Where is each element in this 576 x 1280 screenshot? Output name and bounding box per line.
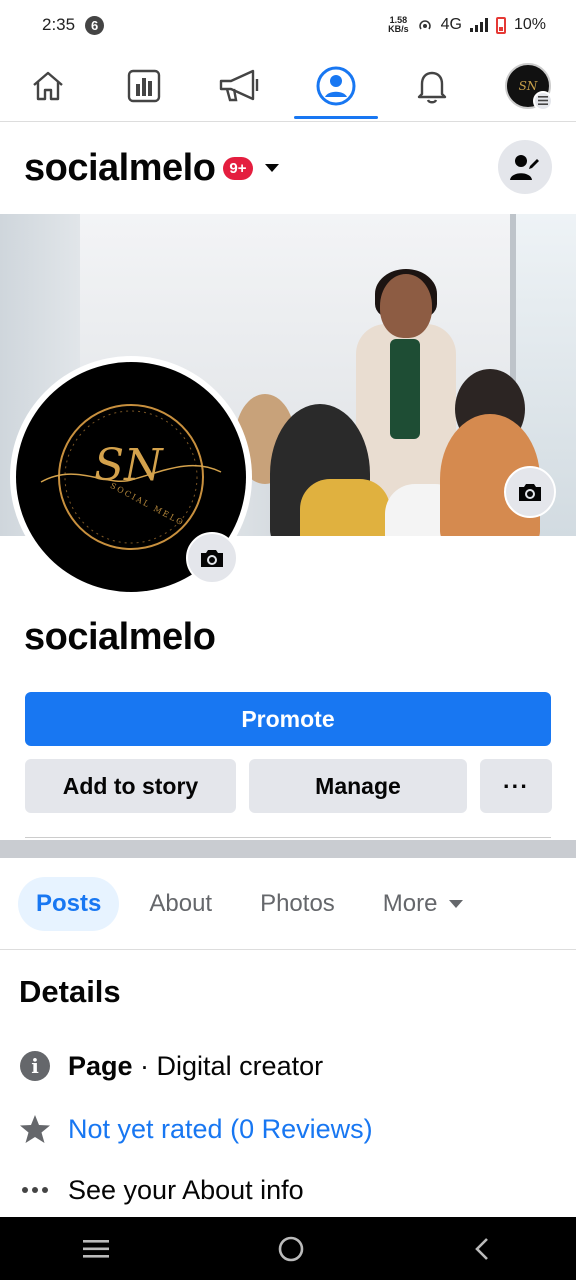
nav-profile[interactable] <box>288 50 384 121</box>
recent-apps-icon[interactable] <box>83 1238 111 1260</box>
info-icon: i <box>19 1050 51 1082</box>
chevron-down-icon[interactable] <box>264 164 279 172</box>
page-switcher-name[interactable]: socialmelo <box>24 147 216 190</box>
page-category: · Digital creator <box>132 1050 324 1081</box>
chevron-down-icon <box>449 899 464 908</box>
back-icon[interactable] <box>471 1236 493 1262</box>
net-speed-unit: KB/s <box>388 24 409 34</box>
signal-icon <box>469 18 488 32</box>
status-right: 1.58 KB/s 4G 10% <box>388 16 546 34</box>
camera-icon <box>201 550 223 567</box>
tab-about[interactable]: About <box>131 877 230 931</box>
insights-icon <box>127 69 161 102</box>
nav-avatar: SN <box>505 62 553 111</box>
detail-about-info[interactable]: See your About info <box>19 1174 304 1206</box>
notification-count-badge: 6 <box>85 15 105 35</box>
tab-photos-label: Photos <box>260 889 335 917</box>
clock: 2:35 <box>42 15 76 34</box>
home-button-icon[interactable] <box>277 1235 305 1263</box>
divider <box>25 837 551 838</box>
manage-button[interactable]: Manage <box>249 759 467 813</box>
battery-level: 10% <box>513 16 546 33</box>
top-navigation: SN <box>0 50 576 122</box>
details-heading: Details <box>19 974 121 1009</box>
edit-profile-button[interactable] <box>498 140 552 194</box>
tab-photos[interactable]: Photos <box>242 877 353 931</box>
hotspot-icon <box>418 20 431 30</box>
menu-icon <box>533 90 553 111</box>
notification-badge: 9+ <box>223 156 253 180</box>
tab-posts-label: Posts <box>36 889 102 917</box>
promote-button[interactable]: Promote <box>25 692 551 746</box>
page-label: Page <box>68 1050 133 1081</box>
nav-ads[interactable] <box>192 50 288 121</box>
nav-notifications[interactable] <box>384 50 480 121</box>
system-navigation-bar <box>0 1217 576 1280</box>
megaphone-icon <box>219 69 259 101</box>
net-speed: 1.58 KB/s <box>388 16 409 34</box>
tab-more[interactable]: More <box>365 877 482 931</box>
tab-about-label: About <box>149 889 213 917</box>
tab-posts[interactable]: Posts <box>18 876 120 931</box>
more-dots-icon <box>19 1174 51 1206</box>
nav-insights[interactable] <box>96 50 192 121</box>
detail-page-category: i Page · Digital creator <box>19 1050 323 1082</box>
battery-icon <box>495 16 506 34</box>
profile-tabs: Posts About Photos More <box>0 858 576 950</box>
edit-profile-picture-camera-button[interactable] <box>186 532 238 584</box>
status-bar: 2:35 6 1.58 KB/s 4G 10% <box>0 0 576 50</box>
star-icon <box>19 1113 51 1145</box>
rating-link[interactable]: Not yet rated (0 Reviews) <box>68 1114 373 1145</box>
profile-icon <box>316 66 356 105</box>
nav-avatar-logo: SN <box>518 78 538 93</box>
edit-cover-camera-button[interactable] <box>504 466 556 518</box>
logo-initials: SN <box>94 440 163 491</box>
camera-icon <box>519 484 541 501</box>
add-to-story-button[interactable]: Add to story <box>25 759 236 813</box>
about-info-link[interactable]: See your About info <box>68 1175 304 1206</box>
page-header: socialmelo 9+ <box>0 122 576 214</box>
section-divider <box>0 840 576 858</box>
tab-more-label: More <box>382 889 438 917</box>
page-name: socialmelo <box>24 616 216 658</box>
nav-home[interactable] <box>0 50 96 121</box>
status-left: 2:35 6 <box>42 15 105 35</box>
bell-icon <box>417 71 447 103</box>
network-type: 4G <box>440 16 462 33</box>
detail-rating[interactable]: Not yet rated (0 Reviews) <box>19 1113 373 1145</box>
more-options-button[interactable]: ··· <box>480 759 552 813</box>
home-icon <box>33 71 63 100</box>
nav-menu[interactable]: SN <box>480 50 576 121</box>
person-edit-icon <box>510 155 539 180</box>
